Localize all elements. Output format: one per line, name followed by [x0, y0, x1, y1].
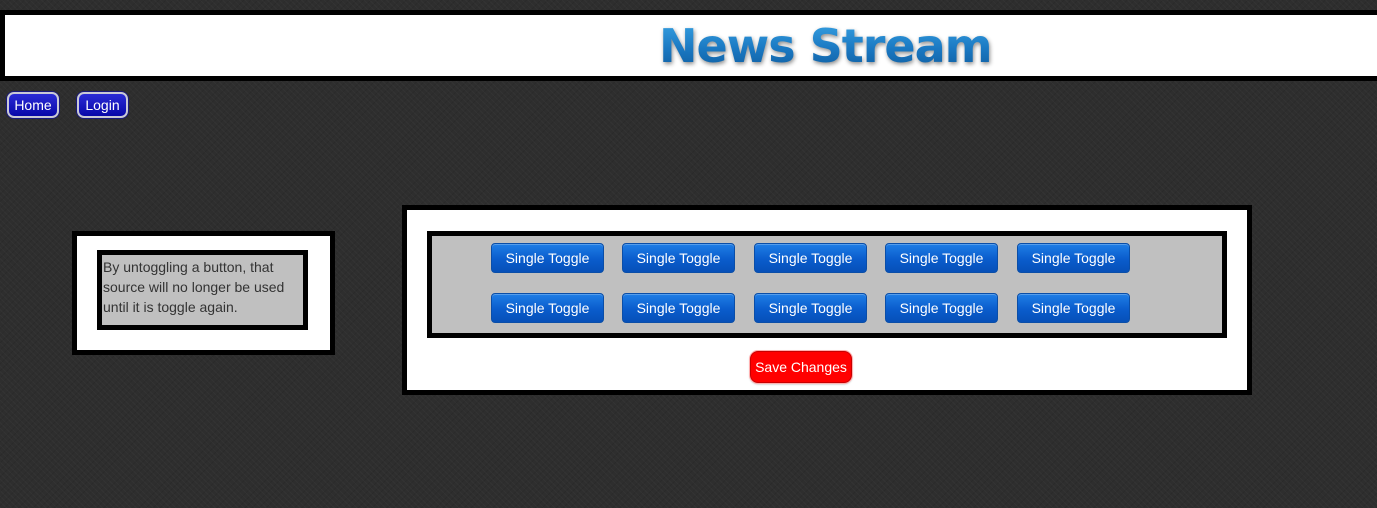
toggle-button[interactable]: Single Toggle [885, 243, 998, 273]
toggle-button-group: Single Toggle Single Toggle Single Toggl… [427, 231, 1227, 338]
toggle-button[interactable]: Single Toggle [622, 293, 735, 323]
header-banner: News Stream [0, 10, 1377, 81]
toggle-button[interactable]: Single Toggle [754, 243, 867, 273]
info-text: By untoggling a button, that source will… [97, 250, 308, 330]
save-changes-button[interactable]: Save Changes [750, 351, 852, 383]
toggle-button[interactable]: Single Toggle [1017, 243, 1130, 273]
page-title: News Stream [659, 19, 993, 73]
toggle-button[interactable]: Single Toggle [1017, 293, 1130, 323]
toggle-button[interactable]: Single Toggle [491, 293, 604, 323]
home-button[interactable]: Home [7, 92, 59, 118]
login-button[interactable]: Login [77, 92, 128, 118]
toggle-button[interactable]: Single Toggle [622, 243, 735, 273]
toggle-panel: Single Toggle Single Toggle Single Toggl… [402, 205, 1252, 395]
toggle-button[interactable]: Single Toggle [491, 243, 604, 273]
info-box: By untoggling a button, that source will… [72, 231, 335, 355]
toggle-button[interactable]: Single Toggle [754, 293, 867, 323]
toggle-button[interactable]: Single Toggle [885, 293, 998, 323]
